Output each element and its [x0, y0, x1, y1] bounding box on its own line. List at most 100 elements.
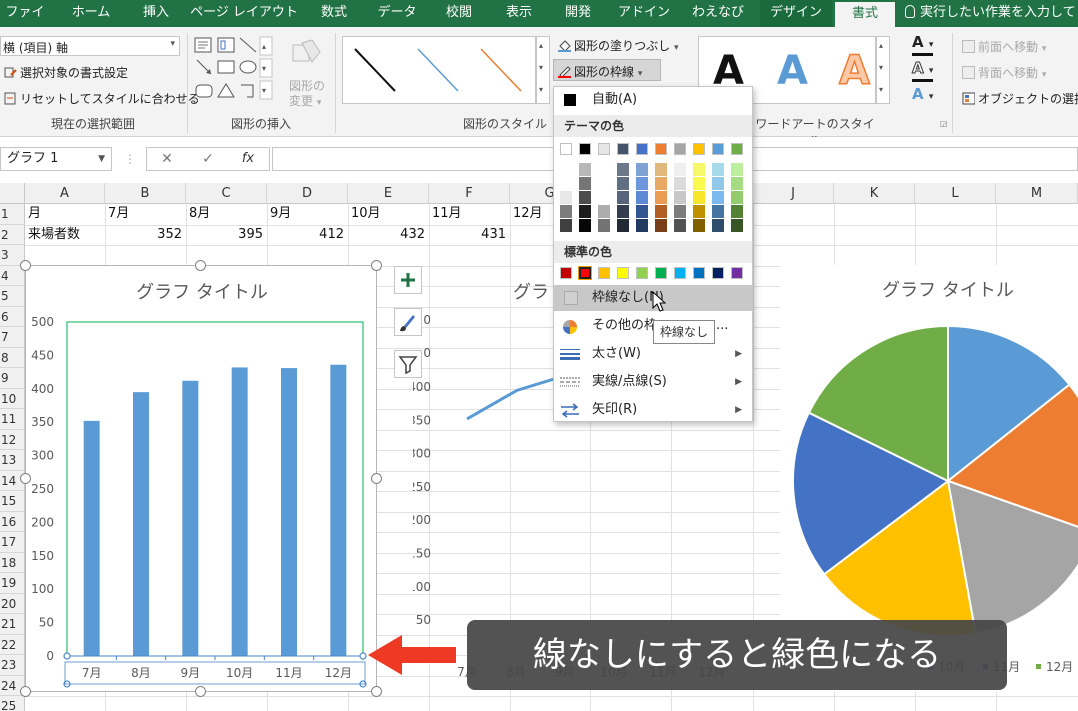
theme-shade-swatch[interactable] [731, 191, 743, 204]
theme-shade-swatch[interactable] [712, 219, 724, 232]
column-header-L[interactable]: L [915, 183, 996, 204]
resize-handle[interactable] [20, 473, 31, 484]
theme-shade-swatch[interactable] [693, 191, 705, 204]
tab-6[interactable]: 校閲 [432, 0, 486, 27]
theme-shade-swatch[interactable] [636, 219, 648, 232]
menu-item-arrows[interactable]: 矢印(R) ▶ [554, 397, 752, 423]
theme-shade-swatch[interactable] [598, 177, 610, 190]
send-backward-button[interactable]: 背面へ移動 ▾ [962, 64, 1046, 81]
theme-shade-swatch[interactable] [617, 191, 629, 204]
theme-shade-swatch[interactable] [617, 205, 629, 218]
column-header-M[interactable]: M [996, 183, 1078, 204]
menu-item-dashes[interactable]: 実線/点線(S) ▶ [554, 369, 752, 395]
row-header-15[interactable]: 15 [0, 491, 25, 512]
standard-color-swatch[interactable] [712, 267, 724, 279]
tell-me-box[interactable]: 実行したい作業を入力してく [905, 0, 1078, 27]
theme-shade-swatch[interactable] [693, 205, 705, 218]
theme-shade-swatch[interactable] [693, 219, 705, 232]
theme-shade-swatch[interactable] [579, 205, 591, 218]
theme-shade-swatch[interactable] [674, 191, 686, 204]
cell-A1[interactable]: 月 [28, 204, 101, 224]
column-header-E[interactable]: E [348, 183, 429, 204]
column-header-J[interactable]: J [753, 183, 834, 204]
gallery-scroll[interactable]: ▴ ▾ ▾ [536, 36, 550, 104]
resize-handle[interactable] [195, 260, 206, 271]
pie-chart-title[interactable]: グラフ タイトル [882, 280, 1014, 301]
standard-color-swatch[interactable] [636, 267, 648, 279]
bar-8月[interactable] [133, 392, 149, 656]
theme-shade-swatch[interactable] [579, 191, 591, 204]
theme-shade-swatch[interactable] [655, 191, 667, 204]
enter-icon[interactable]: ✓ [196, 147, 220, 171]
resize-handle[interactable] [371, 473, 382, 484]
tab-12[interactable]: 書式 [835, 0, 895, 27]
cell-E1[interactable]: 10月 [351, 204, 425, 224]
theme-shade-swatch[interactable] [731, 219, 743, 232]
tab-9[interactable]: アドイン [611, 0, 677, 27]
cell-B1[interactable]: 7月 [108, 204, 182, 224]
row-header-7[interactable]: 7 [0, 327, 25, 348]
theme-shade-swatch[interactable] [731, 205, 743, 218]
row-header-20[interactable]: 20 [0, 593, 25, 614]
column-header-K[interactable]: K [834, 183, 915, 204]
plot-area-border[interactable] [66, 321, 364, 657]
cell-C2[interactable]: 395 [189, 225, 263, 245]
theme-shade-swatch[interactable] [674, 163, 686, 176]
shape-style-gallery[interactable] [342, 36, 536, 104]
row-header-13[interactable]: 13 [0, 450, 25, 471]
bring-forward-button[interactable]: 前面へ移動 ▾ [962, 38, 1046, 55]
theme-shade-swatch[interactable] [598, 163, 610, 176]
standard-color-swatch[interactable] [674, 267, 686, 279]
format-selection-button[interactable]: 選択対象の書式設定 [4, 64, 128, 81]
cell-D2[interactable]: 412 [270, 225, 344, 245]
theme-shade-swatch[interactable] [674, 219, 686, 232]
menu-item-weight[interactable]: 太さ(W) ▶ [554, 341, 752, 367]
theme-shade-swatch[interactable] [636, 177, 648, 190]
tab-8[interactable]: 開発 [551, 0, 605, 27]
cell-F1[interactable]: 11月 [432, 204, 506, 224]
theme-shade-swatch[interactable] [560, 163, 572, 176]
text-outline-button[interactable]: A ▾ [912, 60, 934, 82]
theme-shade-swatch[interactable] [693, 163, 705, 176]
tab-11[interactable]: デザイン [760, 0, 832, 27]
theme-color-swatch[interactable] [674, 143, 686, 155]
theme-shade-swatch[interactable] [655, 177, 667, 190]
theme-shade-swatch[interactable] [731, 163, 743, 176]
column-header-F[interactable]: F [429, 183, 510, 204]
row-header-12[interactable]: 12 [0, 429, 25, 450]
theme-shade-swatch[interactable] [655, 163, 667, 176]
row-header-11[interactable]: 11 [0, 409, 25, 430]
column-header-C[interactable]: C [186, 183, 267, 204]
theme-shade-swatch[interactable] [560, 219, 572, 232]
theme-color-swatch[interactable] [731, 143, 743, 155]
row-header-18[interactable]: 18 [0, 552, 25, 573]
shape-fill-button[interactable]: 図形の塗りつぶし ▾ [558, 37, 678, 54]
row-header-23[interactable]: 23 [0, 655, 25, 676]
row-header-21[interactable]: 21 [0, 614, 25, 635]
theme-shade-swatch[interactable] [674, 177, 686, 190]
theme-shade-swatch[interactable] [712, 205, 724, 218]
theme-color-swatch[interactable] [693, 143, 705, 155]
insert-function-icon[interactable]: fx [236, 147, 260, 171]
cell-C1[interactable]: 8月 [189, 204, 263, 224]
theme-shade-swatch[interactable] [636, 163, 648, 176]
cancel-icon[interactable]: ✕ [155, 147, 179, 171]
shape-outline-button[interactable]: 図形の枠線 ▾ [553, 59, 661, 81]
standard-color-swatch[interactable] [693, 267, 705, 279]
theme-color-swatch[interactable] [712, 143, 724, 155]
row-header-16[interactable]: 16 [0, 511, 25, 532]
resize-handle[interactable] [20, 260, 31, 271]
theme-shade-swatch[interactable] [579, 177, 591, 190]
standard-color-swatch[interactable] [598, 267, 610, 279]
theme-shade-swatch[interactable] [617, 163, 629, 176]
theme-shade-swatch[interactable] [636, 205, 648, 218]
theme-shade-swatch[interactable] [731, 177, 743, 190]
theme-color-swatch[interactable] [655, 143, 667, 155]
tab-5[interactable]: データ [368, 0, 426, 27]
resize-handle[interactable] [20, 686, 31, 697]
line-series[interactable] [466, 377, 555, 421]
standard-color-swatch[interactable] [731, 267, 743, 279]
resize-handle[interactable] [371, 260, 382, 271]
theme-shade-swatch[interactable] [617, 219, 629, 232]
bar-11月[interactable] [281, 368, 297, 656]
